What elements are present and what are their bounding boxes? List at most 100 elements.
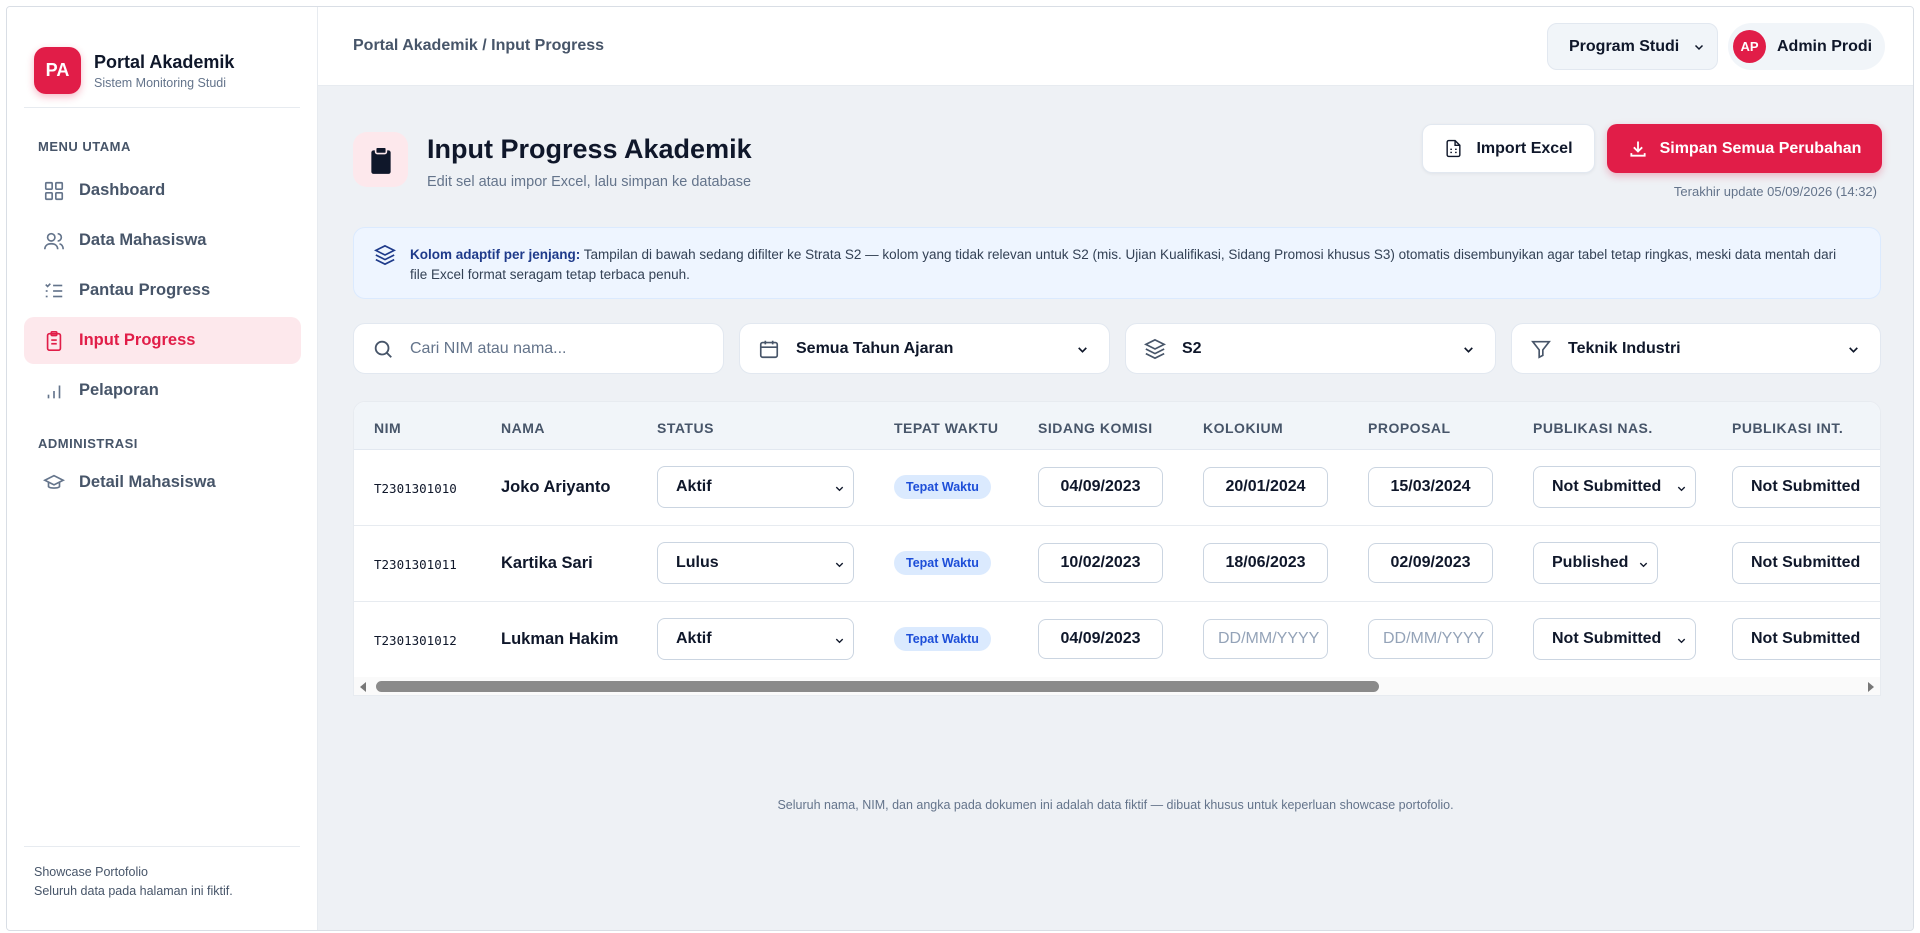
tepat-waktu-badge: Tepat Waktu [894,551,991,575]
user-name: Admin Prodi [1777,37,1873,55]
sidebar-footer-divider [24,846,300,847]
scroll-right-arrow-icon[interactable] [1868,682,1874,692]
table-row: T2301301010 Joko Ariyanto Aktif Tepat Wa… [354,450,1880,526]
publikasi-int-select[interactable]: Not Submitted [1732,618,1880,660]
chevron-down-icon [835,486,844,492]
chevron-down-icon [1639,562,1648,568]
tepat-waktu-badge: Tepat Waktu [894,627,991,651]
status-value: Lulus [676,554,719,571]
sidebar-item-label: Pantau Progress [79,281,211,299]
program-studi-select[interactable]: Program Studi [1547,23,1718,70]
column-header: NIM [374,420,402,436]
chevron-down-icon [1677,638,1686,644]
info-strong: Kolom adaptif per jenjang: [410,247,581,262]
proposal-date[interactable]: 02/09/2023 [1368,543,1493,583]
column-header: STATUS [657,420,714,436]
calendar-icon [759,340,779,358]
jenjang-select[interactable]: S2 [1125,323,1496,374]
chevron-down-icon [835,638,844,644]
proposal-date-empty[interactable]: DD/MM/YYYY [1368,619,1493,659]
menu-section-main: MENU UTAMA [38,139,131,154]
sidebar-item-label: Input Progress [79,331,196,349]
nim-cell: T2301301010 [374,481,457,496]
status-value: Aktif [676,478,712,495]
filter-icon [1531,340,1551,359]
chevron-down-icon [835,562,844,568]
sidebar-item-pantau-progress[interactable]: Pantau Progress [24,267,301,314]
brand[interactable]: PA Portal Akademik Sistem Monitoring Stu… [7,7,317,108]
save-all-button[interactable]: Simpan Semua Perubahan [1607,124,1882,173]
horizontal-scrollbar[interactable] [354,677,1880,695]
page-title: Input Progress Akademik [427,134,752,164]
publikasi-int-select[interactable]: Not Submitted [1732,542,1880,584]
column-header: SIDANG KOMISI [1038,420,1153,436]
main-content: Portal Akademik / Input Progress Program… [318,7,1913,930]
kolokium-date-empty[interactable]: DD/MM/YYYY [1203,619,1328,659]
chevron-down-icon [1078,347,1087,353]
progress-table: NIM NAMA STATUS TEPAT WAKTU SIDANG KOMIS… [353,401,1881,696]
departemen-value: Teknik Industri [1568,339,1681,357]
users-icon [44,232,64,249]
publikasi-nas-value: Published [1552,554,1629,571]
clipboard-icon [46,330,62,351]
sidebar-item-input-progress[interactable]: Input Progress [24,317,301,364]
import-excel-button[interactable]: Import Excel [1422,124,1595,173]
sidebar-footer: Showcase Portofolio Seluruh data pada ha… [34,863,233,901]
sidebar-item-pelaporan[interactable]: Pelaporan [24,367,301,414]
layers-icon [374,244,396,266]
status-select[interactable]: Aktif [657,466,854,508]
publikasi-int-value: Not Submitted [1751,478,1861,495]
topbar: Portal Akademik / Input Progress Program… [318,7,1913,86]
scrollbar-thumb[interactable] [376,681,1379,692]
kolokium-date[interactable]: 18/06/2023 [1203,543,1328,583]
column-header: PROPOSAL [1368,420,1451,436]
nama-cell: Kartika Sari [501,554,593,572]
status-select[interactable]: Aktif [657,618,854,660]
publikasi-int-select[interactable]: Not Submitted [1732,466,1880,508]
nim-cell: T2301301011 [374,557,457,572]
page-subtitle: Edit sel atau impor Excel, lalu simpan k… [427,174,752,190]
scroll-left-arrow-icon[interactable] [360,682,366,692]
tepat-waktu-badge: Tepat Waktu [894,475,991,499]
chevron-down-icon [1464,347,1473,353]
sidebar-divider [24,107,300,108]
column-header: KOLOKIUM [1203,420,1284,436]
status-select[interactable]: Lulus [657,542,854,584]
publikasi-nas-select[interactable]: Published [1533,542,1658,584]
status-value: Aktif [676,630,712,647]
tahun-ajaran-value: Semua Tahun Ajaran [796,339,954,357]
column-header: PUBLIKASI NAS. [1533,420,1653,436]
breadcrumb: Portal Akademik / Input Progress [353,37,605,54]
brand-subtitle: Sistem Monitoring Studi [94,75,227,90]
nama-cell: Joko Ariyanto [501,478,611,496]
info-banner: Kolom adaptif per jenjang: Tampilan di b… [353,227,1881,299]
user-menu[interactable]: AP Admin Prodi [1728,23,1885,70]
bar-chart-icon [47,385,61,398]
graduation-cap-icon [43,474,65,489]
publikasi-nas-select[interactable]: Not Submitted [1533,466,1696,508]
sidang-komisi-date[interactable]: 04/09/2023 [1038,619,1163,659]
search-placeholder: Cari NIM atau nama... [410,339,567,357]
publikasi-nas-select[interactable]: Not Submitted [1533,618,1696,660]
kolokium-date[interactable]: 20/01/2024 [1203,467,1328,507]
layers-icon [1144,338,1166,359]
tahun-ajaran-select[interactable]: Semua Tahun Ajaran [739,323,1110,374]
brand-title: Portal Akademik [94,51,235,72]
page-icon [353,132,408,187]
chevron-down-icon [1677,486,1686,492]
program-studi-label: Program Studi [1569,37,1680,55]
publikasi-int-value: Not Submitted [1751,554,1861,571]
search-input[interactable]: Cari NIM atau nama... [353,323,724,374]
column-header: PUBLIKASI INT. [1732,420,1844,436]
sidang-komisi-date[interactable]: 10/02/2023 [1038,543,1163,583]
chevron-down-icon [1849,347,1858,353]
list-check-icon [45,282,63,297]
departemen-select[interactable]: Teknik Industri [1511,323,1881,374]
proposal-date[interactable]: 15/03/2024 [1368,467,1493,507]
sidebar-item-dashboard[interactable]: Dashboard [24,167,301,214]
sidang-komisi-date[interactable]: 04/09/2023 [1038,467,1163,507]
sidebar-item-data-mahasiswa[interactable]: Data Mahasiswa [24,217,301,264]
footer-line: Showcase Portofolio [34,865,148,879]
sidebar-item-detail-mahasiswa[interactable]: Detail Mahasiswa [24,459,301,506]
sidebar-item-label: Data Mahasiswa [79,231,207,249]
